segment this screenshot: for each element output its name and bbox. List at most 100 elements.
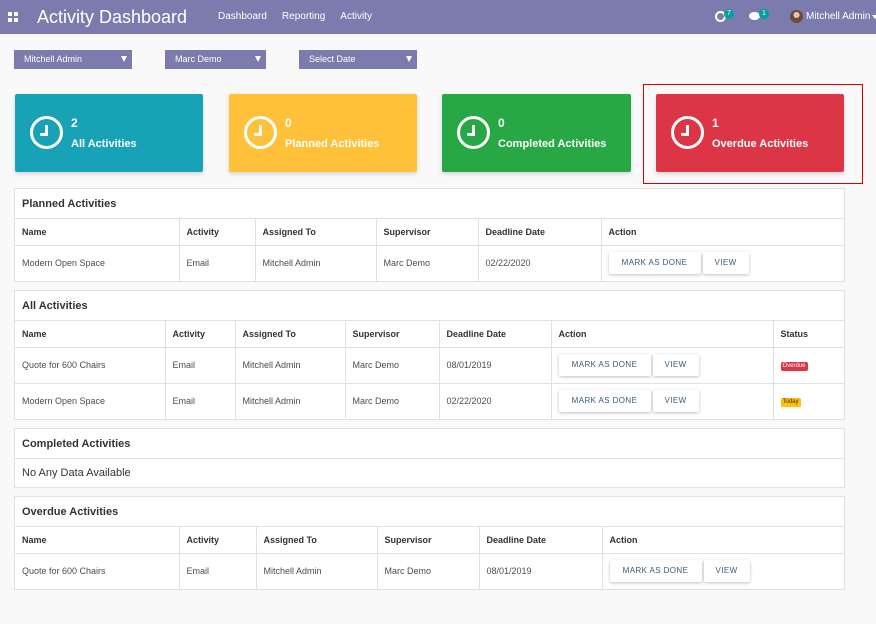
col-supervisor: Supervisor <box>377 527 480 554</box>
col-supervisor: Supervisor <box>345 321 440 348</box>
user-avatar[interactable] <box>790 10 803 23</box>
cell-activity[interactable]: Email <box>165 347 236 384</box>
cell-deadline: 08/01/2019 <box>479 553 603 589</box>
date-filter-select[interactable]: Select Date <box>299 50 417 69</box>
col-status: Status <box>773 321 844 348</box>
cell-supervisor: Marc Demo <box>376 245 479 281</box>
user-menu-name[interactable]: Mitchell Admin <box>806 11 870 22</box>
menu-dashboard[interactable]: Dashboard <box>218 11 267 22</box>
table-header-row: Name Activity Assigned To Supervisor Dea… <box>15 321 844 348</box>
clock-icon <box>244 116 277 149</box>
cell-supervisor: Marc Demo <box>345 383 440 419</box>
cell-status: Overdue <box>773 347 844 384</box>
col-assigned: Assigned To <box>256 527 378 554</box>
cell-assigned: Mitchell Admin <box>235 383 346 419</box>
col-deadline: Deadline Date <box>479 527 603 554</box>
clock-icon <box>30 116 63 149</box>
cell-activity[interactable]: Email <box>165 383 236 419</box>
col-name: Name <box>15 321 166 348</box>
app-title: Activity Dashboard <box>37 7 188 27</box>
menu-activity[interactable]: Activity <box>340 11 372 22</box>
view-button[interactable]: VIEW <box>702 252 749 275</box>
col-activity: Activity <box>179 527 257 554</box>
cell-action: MARK AS DONE VIEW <box>551 347 774 384</box>
cell-deadline: 02/22/2020 <box>439 383 552 419</box>
col-name: Name <box>15 219 180 246</box>
cell-supervisor: Marc Demo <box>377 553 480 589</box>
top-navbar: Activity Dashboard Dashboard Reporting A… <box>0 0 876 34</box>
table-row: Modern Open Space Email Mitchell Admin M… <box>15 383 844 419</box>
view-button[interactable]: VIEW <box>652 390 699 413</box>
card-completed-activities[interactable]: 0 Completed Activities <box>442 94 631 172</box>
activity-count-badge: 7 <box>724 9 734 19</box>
cell-name: Quote for 600 Chairs <box>15 347 166 384</box>
table-header-row: Name Activity Assigned To Supervisor Dea… <box>15 219 844 246</box>
apps-grid-icon[interactable] <box>8 12 18 22</box>
clock-icon <box>457 116 490 149</box>
card-label: Completed Activities <box>498 138 607 150</box>
panel-title: Completed Activities <box>15 429 844 459</box>
chevron-down-icon <box>255 56 261 62</box>
cell-assigned: Mitchell Admin <box>235 347 346 384</box>
supervisor-filter-select[interactable]: Marc Demo <box>165 50 266 69</box>
cell-assigned: Mitchell Admin <box>255 245 377 281</box>
col-activity: Activity <box>179 219 256 246</box>
cell-action: MARK AS DONE VIEW <box>602 553 844 589</box>
chevron-down-icon <box>121 56 127 62</box>
chevron-down-icon <box>406 56 412 62</box>
selection-highlight <box>643 84 863 184</box>
card-count: 0 <box>498 116 505 130</box>
mark-as-done-button[interactable]: MARK AS DONE <box>558 354 651 376</box>
user-filter-value: Mitchell Admin <box>24 54 83 64</box>
message-count-badge: 1 <box>759 9 769 19</box>
planned-activities-panel: Planned Activities Name Activity Assigne… <box>14 188 845 282</box>
cell-name: Quote for 600 Chairs <box>15 553 180 589</box>
cell-deadline: 08/01/2019 <box>439 347 552 384</box>
col-deadline: Deadline Date <box>478 219 602 246</box>
user-menu-caret-icon[interactable] <box>872 15 876 19</box>
cell-action: MARK AS DONE VIEW <box>601 245 844 281</box>
panel-title: Overdue Activities <box>15 497 844 527</box>
cell-assigned: Mitchell Admin <box>256 553 378 589</box>
empty-state-text: No Any Data Available <box>22 467 131 479</box>
cell-name: Modern Open Space <box>15 245 180 281</box>
cell-action: MARK AS DONE VIEW <box>551 383 774 419</box>
table-row: Quote for 600 Chairs Email Mitchell Admi… <box>15 347 844 384</box>
card-all-activities[interactable]: 2 All Activities <box>15 94 203 172</box>
col-action: Action <box>551 321 774 348</box>
table-row: Quote for 600 Chairs Email Mitchell Admi… <box>15 553 844 589</box>
cell-activity[interactable]: Email <box>179 245 256 281</box>
all-activities-table: Name Activity Assigned To Supervisor Dea… <box>15 321 844 419</box>
main-menu: Dashboard Reporting Activity <box>218 11 372 22</box>
date-filter-value: Select Date <box>309 54 356 64</box>
status-badge: Overdue <box>780 362 808 371</box>
supervisor-filter-value: Marc Demo <box>175 54 222 64</box>
col-activity: Activity <box>165 321 236 348</box>
panel-title: Planned Activities <box>15 189 844 219</box>
card-label: Planned Activities <box>285 138 380 150</box>
view-button[interactable]: VIEW <box>703 560 750 583</box>
cell-name: Modern Open Space <box>15 383 166 419</box>
planned-activities-table: Name Activity Assigned To Supervisor Dea… <box>15 219 844 281</box>
view-button[interactable]: VIEW <box>652 354 699 376</box>
menu-reporting[interactable]: Reporting <box>282 11 325 22</box>
card-count: 0 <box>285 116 292 130</box>
status-badge: Today <box>780 398 801 408</box>
user-filter-select[interactable]: Mitchell Admin <box>14 50 132 69</box>
table-header-row: Name Activity Assigned To Supervisor Dea… <box>15 527 844 554</box>
cell-activity[interactable]: Email <box>179 553 257 589</box>
col-assigned: Assigned To <box>255 219 377 246</box>
col-deadline: Deadline Date <box>439 321 552 348</box>
mark-as-done-button[interactable]: MARK AS DONE <box>558 390 651 413</box>
panel-title: All Activities <box>15 291 844 321</box>
completed-activities-panel: Completed Activities No Any Data Availab… <box>14 428 845 488</box>
overdue-activities-panel: Overdue Activities Name Activity Assigne… <box>14 496 845 590</box>
card-count: 2 <box>71 116 78 130</box>
mark-as-done-button[interactable]: MARK AS DONE <box>608 252 701 275</box>
col-action: Action <box>601 219 844 246</box>
col-name: Name <box>15 527 180 554</box>
cell-supervisor: Marc Demo <box>345 347 440 384</box>
cell-status: Today <box>773 383 844 419</box>
mark-as-done-button[interactable]: MARK AS DONE <box>609 560 702 583</box>
card-planned-activities[interactable]: 0 Planned Activities <box>229 94 417 172</box>
